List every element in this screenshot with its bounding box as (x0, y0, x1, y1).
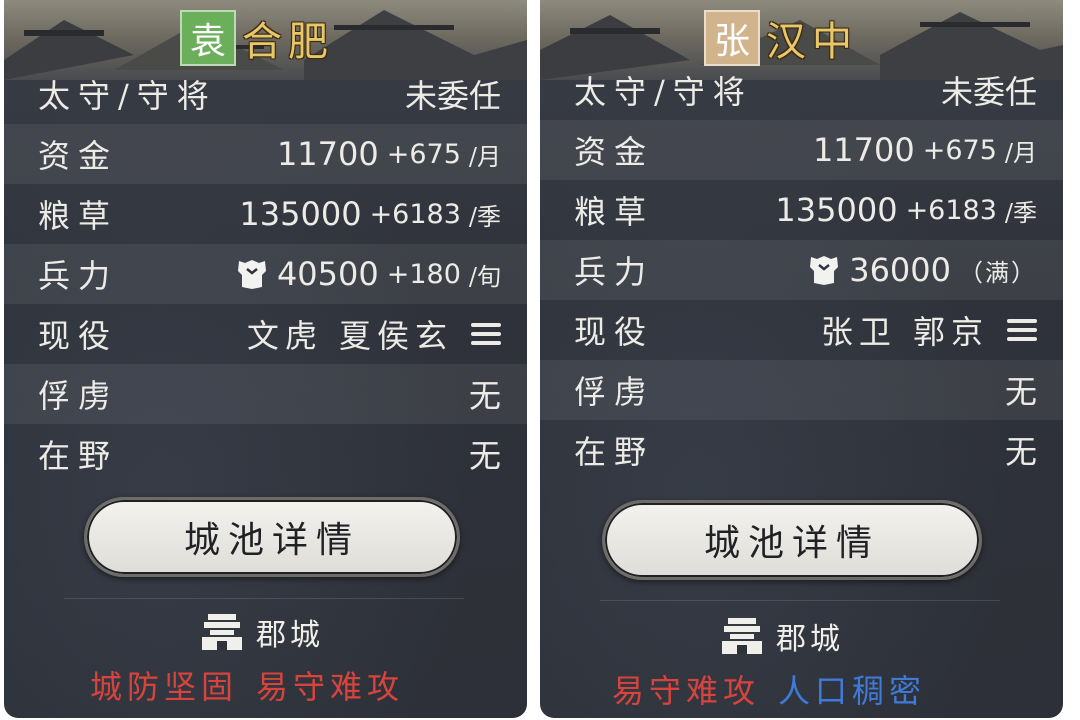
grain-delta: +6183 (369, 198, 461, 230)
governor-row[interactable]: 太守/守将 未委任 (4, 64, 527, 124)
active-generals-row[interactable]: 现役 文虎 夏侯玄 (4, 304, 527, 364)
menu-icon[interactable] (471, 323, 501, 345)
active-generals: 张卫 郭京 (820, 313, 989, 351)
unassigned-value: 无 (468, 437, 501, 475)
grain-amount: 135000 (239, 195, 362, 233)
city-name: 汉中 (766, 19, 858, 65)
trait: 城防坚固 (90, 668, 239, 706)
governor-value: 未委任 (404, 77, 501, 115)
governor-value: 未委任 (940, 73, 1037, 111)
city-type-label: 郡城 (776, 622, 844, 657)
row-label: 在野 (574, 433, 655, 471)
row-label: 资金 (574, 133, 655, 171)
city-title: 袁 合肥 (180, 10, 334, 66)
shield-icon (237, 260, 266, 289)
divider (64, 598, 464, 599)
funds-row: 资金 11700 +675/月 (4, 124, 527, 184)
fortress-icon (722, 618, 762, 654)
troops-amount: 40500 (276, 255, 379, 293)
city-title: 张 汉中 (704, 10, 858, 66)
city-info-panel: 张 汉中 太守/守将 未委任 资金 11700 +675/月 粮草 135000… (540, 0, 1063, 718)
unassigned-value: 无 (1004, 433, 1037, 471)
lord-badge: 张 (704, 10, 760, 66)
menu-icon[interactable] (1007, 319, 1037, 341)
captives-value: 无 (1004, 373, 1037, 411)
row-label: 俘虏 (38, 377, 119, 415)
city-name: 合肥 (242, 19, 334, 65)
city-type-label: 郡城 (256, 618, 324, 653)
captives-row: 俘虏 无 (4, 364, 527, 424)
funds-delta: +675 (922, 134, 997, 166)
row-label: 太守/守将 (574, 73, 753, 111)
grain-row: 粮草 135000 +6183/季 (4, 184, 527, 244)
troops-unit: /旬 (468, 262, 501, 291)
troops-status: （满） (959, 258, 1037, 287)
captives-row: 俘虏 无 (540, 360, 1063, 420)
troops-amount: 36000 (849, 251, 951, 289)
unassigned-row: 在野 无 (540, 420, 1063, 480)
city-type: 郡城 (720, 614, 844, 658)
city-traits: 城防坚固 易守难攻 (90, 660, 404, 710)
unassigned-row: 在野 无 (4, 424, 527, 484)
city-details-button[interactable]: 城池详情 (84, 497, 460, 577)
grain-unit: /季 (1004, 198, 1037, 227)
funds-unit: /月 (1004, 138, 1037, 167)
row-label: 粮草 (574, 193, 655, 231)
troops-row: 兵力 40500 +180/旬 (4, 244, 527, 304)
governor-row[interactable]: 太守/守将 未委任 (540, 60, 1063, 120)
active-generals-row[interactable]: 现役 张卫 郭京 (540, 300, 1063, 360)
row-label: 粮草 (38, 197, 119, 235)
trait: 易守难攻 (256, 668, 405, 706)
row-label: 现役 (38, 317, 119, 355)
stats-list: 太守/守将 未委任 资金 11700 +675/月 粮草 135000 +618… (540, 60, 1063, 480)
active-generals: 文虎 夏侯玄 (246, 317, 453, 355)
funds-amount: 11700 (812, 131, 915, 169)
funds-delta: +675 (386, 138, 461, 170)
city-info-panel: 袁 合肥 太守/守将 未委任 资金 11700 +675/月 粮草 135000… (4, 0, 527, 718)
troops-row: 兵力 36000 （满） (540, 240, 1063, 300)
trait: 人口稠密 (778, 672, 927, 710)
divider (600, 600, 1000, 601)
city-type: 郡城 (200, 610, 324, 654)
funds-row: 资金 11700 +675/月 (540, 120, 1063, 180)
lord-badge: 袁 (180, 10, 236, 66)
funds-unit: /月 (468, 142, 501, 171)
shield-icon (810, 256, 839, 285)
grain-delta: +6183 (905, 194, 997, 226)
row-label: 俘虏 (574, 373, 655, 411)
grain-unit: /季 (468, 202, 501, 231)
troops-delta: +180 (386, 258, 461, 290)
trait: 易守难攻 (612, 672, 761, 710)
row-label: 资金 (38, 137, 119, 175)
row-label: 在野 (38, 437, 119, 475)
captives-value: 无 (468, 377, 501, 415)
city-details-button[interactable]: 城池详情 (602, 500, 982, 580)
city-traits: 易守难攻 人口稠密 (612, 664, 926, 714)
grain-row: 粮草 135000 +6183/季 (540, 180, 1063, 240)
fortress-icon (202, 614, 242, 650)
row-label: 现役 (574, 313, 655, 351)
row-label: 兵力 (38, 257, 119, 295)
row-label: 太守/守将 (38, 77, 217, 115)
funds-amount: 11700 (276, 135, 379, 173)
stats-list: 太守/守将 未委任 资金 11700 +675/月 粮草 135000 +618… (4, 64, 527, 484)
row-label: 兵力 (574, 253, 655, 291)
grain-amount: 135000 (775, 191, 898, 229)
